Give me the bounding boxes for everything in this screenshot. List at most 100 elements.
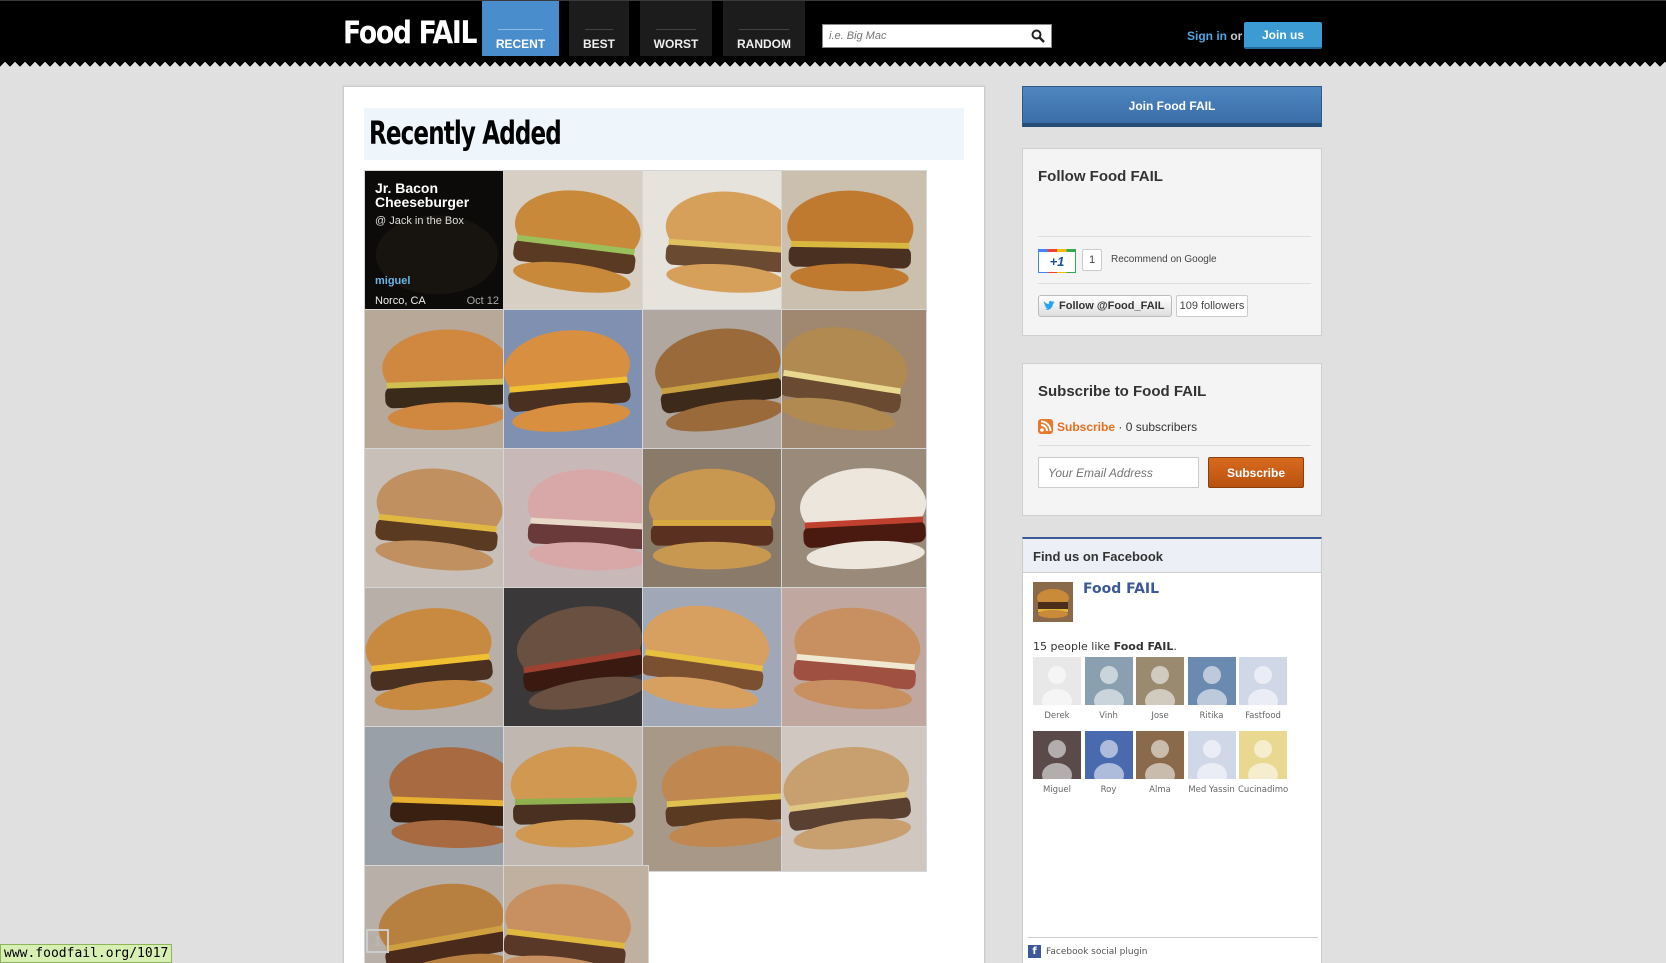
facebook-friend[interactable]: Vinh — [1084, 657, 1134, 721]
food-tile[interactable] — [503, 587, 649, 733]
burger-photo — [504, 449, 648, 593]
facebook-friend[interactable]: Cucinadimo — [1238, 731, 1288, 795]
facebook-friend[interactable]: Med Yassin — [1187, 731, 1237, 795]
tab-recent[interactable]: RECENT — [482, 1, 559, 56]
burger-photo — [782, 588, 926, 732]
header-zigzag-border — [0, 60, 1666, 70]
food-tile[interactable] — [364, 309, 510, 455]
friend-name: Med Yassin — [1188, 785, 1235, 795]
food-tile[interactable] — [503, 309, 649, 455]
facebook-friend[interactable]: Jose — [1135, 657, 1185, 721]
food-tile[interactable] — [364, 726, 510, 872]
join-food-fail-button[interactable]: Join Food FAIL — [1022, 86, 1322, 127]
burger-photo — [365, 310, 509, 454]
avatar — [1084, 731, 1133, 779]
burger-photo — [504, 171, 648, 315]
tab-random[interactable]: RANDOM — [723, 1, 805, 56]
burger-photo — [643, 171, 787, 315]
divider — [1038, 236, 1311, 237]
tab-worst[interactable]: WORST — [640, 1, 712, 56]
subscriber-count: · 0 subscribers — [1118, 420, 1198, 434]
avatar — [1136, 657, 1184, 705]
facebook-plugin-label: Facebook social plugin — [1046, 947, 1148, 957]
subscribe-button[interactable]: Subscribe — [1208, 457, 1304, 488]
facebook-friend[interactable]: Alma — [1135, 731, 1185, 795]
food-tile[interactable] — [781, 726, 927, 872]
burger-photo — [504, 588, 648, 732]
friend-name: Cucinadimo — [1238, 785, 1288, 795]
facebook-page-name[interactable]: Food FAIL — [1083, 581, 1159, 597]
food-tile[interactable] — [781, 309, 927, 455]
friend-name: Vinh — [1099, 711, 1118, 721]
food-tile[interactable] — [642, 587, 788, 733]
divider — [1038, 283, 1311, 284]
facebook-friend[interactable]: Miguel — [1032, 731, 1082, 795]
follow-box: Follow Food FAIL +1 1 Recommend on Googl… — [1022, 148, 1322, 336]
gplus-count: 1 — [1082, 249, 1102, 271]
burger-photo — [504, 310, 648, 454]
item-name: Jr. Bacon Cheeseburger — [375, 180, 470, 210]
twitter-followers-count: 109 followers — [1176, 295, 1248, 317]
friend-name: Miguel — [1042, 785, 1072, 795]
food-tile[interactable] — [781, 587, 927, 733]
facebook-icon: f — [1028, 945, 1041, 958]
subscribe-line: Subscribe · 0 subscribers — [1057, 420, 1197, 434]
burger-photo — [643, 449, 787, 593]
signin-link[interactable]: Sign in — [1187, 29, 1227, 43]
friend-name: Jose — [1151, 711, 1169, 721]
twitter-bird-icon — [1043, 300, 1055, 310]
page-number-1[interactable]: 1 — [366, 929, 389, 953]
facebook-friend[interactable]: Roy — [1084, 731, 1134, 795]
subscribe-link[interactable]: Subscribe — [1057, 420, 1115, 434]
join-us-button[interactable]: Join us — [1244, 22, 1322, 49]
burger-photo — [782, 310, 926, 454]
search-icon[interactable] — [1031, 29, 1045, 43]
burger-photo — [643, 588, 787, 732]
facebook-friend[interactable]: Fastfood — [1238, 657, 1288, 721]
food-tile[interactable] — [503, 726, 649, 872]
tab-best[interactable]: BEST — [569, 1, 629, 56]
avatar — [1187, 731, 1236, 779]
facebook-like-box: Find us on Facebook Food FAIL 15 people … — [1022, 537, 1322, 963]
tile-hover-info: Jr. Bacon Cheeseburger @ Jack in the Box… — [365, 171, 509, 315]
avatar — [1033, 657, 1081, 705]
site-logo[interactable]: Food FAIL — [343, 15, 478, 51]
avatar — [1084, 657, 1133, 705]
gplus-text: Recommend on Google — [1111, 254, 1217, 265]
friend-name: Alma — [1149, 785, 1171, 795]
email-field[interactable] — [1038, 457, 1199, 488]
food-tile[interactable] — [642, 726, 788, 872]
burger-photo — [782, 449, 926, 593]
date: Oct 12 — [466, 295, 499, 307]
friend-name: Derek — [1044, 711, 1070, 721]
burger-photo — [504, 727, 648, 871]
facebook-footer: f Facebook social plugin — [1028, 937, 1318, 958]
google-plus-one-button[interactable]: +1 — [1038, 249, 1076, 273]
food-tile[interactable] — [503, 865, 649, 963]
main-content: Recently Added Jr. Bacon Cheeseburger @ … — [343, 86, 985, 963]
burger-photo — [782, 171, 926, 315]
twitter-follow-button[interactable]: Follow @Food_FAIL — [1038, 295, 1172, 317]
search-input[interactable] — [823, 25, 1023, 47]
burger-photo — [504, 866, 648, 963]
food-tile[interactable] — [781, 170, 927, 316]
food-tile[interactable] — [364, 448, 510, 594]
top-navbar: Food FAIL RECENT BEST WORST RANDOM Sign … — [0, 0, 1666, 62]
burger-photo — [365, 727, 509, 871]
food-tile[interactable] — [364, 587, 510, 733]
username-link[interactable]: miguel — [375, 275, 410, 287]
food-tile[interactable] — [642, 170, 788, 316]
facebook-page-thumbnail[interactable] — [1033, 582, 1073, 622]
burger-photo — [643, 727, 787, 871]
food-tile[interactable] — [503, 170, 649, 316]
food-tile[interactable] — [642, 448, 788, 594]
food-tile[interactable] — [642, 309, 788, 455]
avatar — [1136, 731, 1184, 779]
friend-name: Ritika — [1199, 711, 1224, 721]
food-tile-featured[interactable]: Jr. Bacon Cheeseburger @ Jack in the Box… — [364, 170, 510, 316]
food-tile[interactable] — [503, 448, 649, 594]
avatar — [1239, 657, 1287, 705]
facebook-friend[interactable]: Ritika — [1187, 657, 1237, 721]
food-tile[interactable] — [781, 448, 927, 594]
facebook-friend[interactable]: Derek — [1032, 657, 1082, 721]
